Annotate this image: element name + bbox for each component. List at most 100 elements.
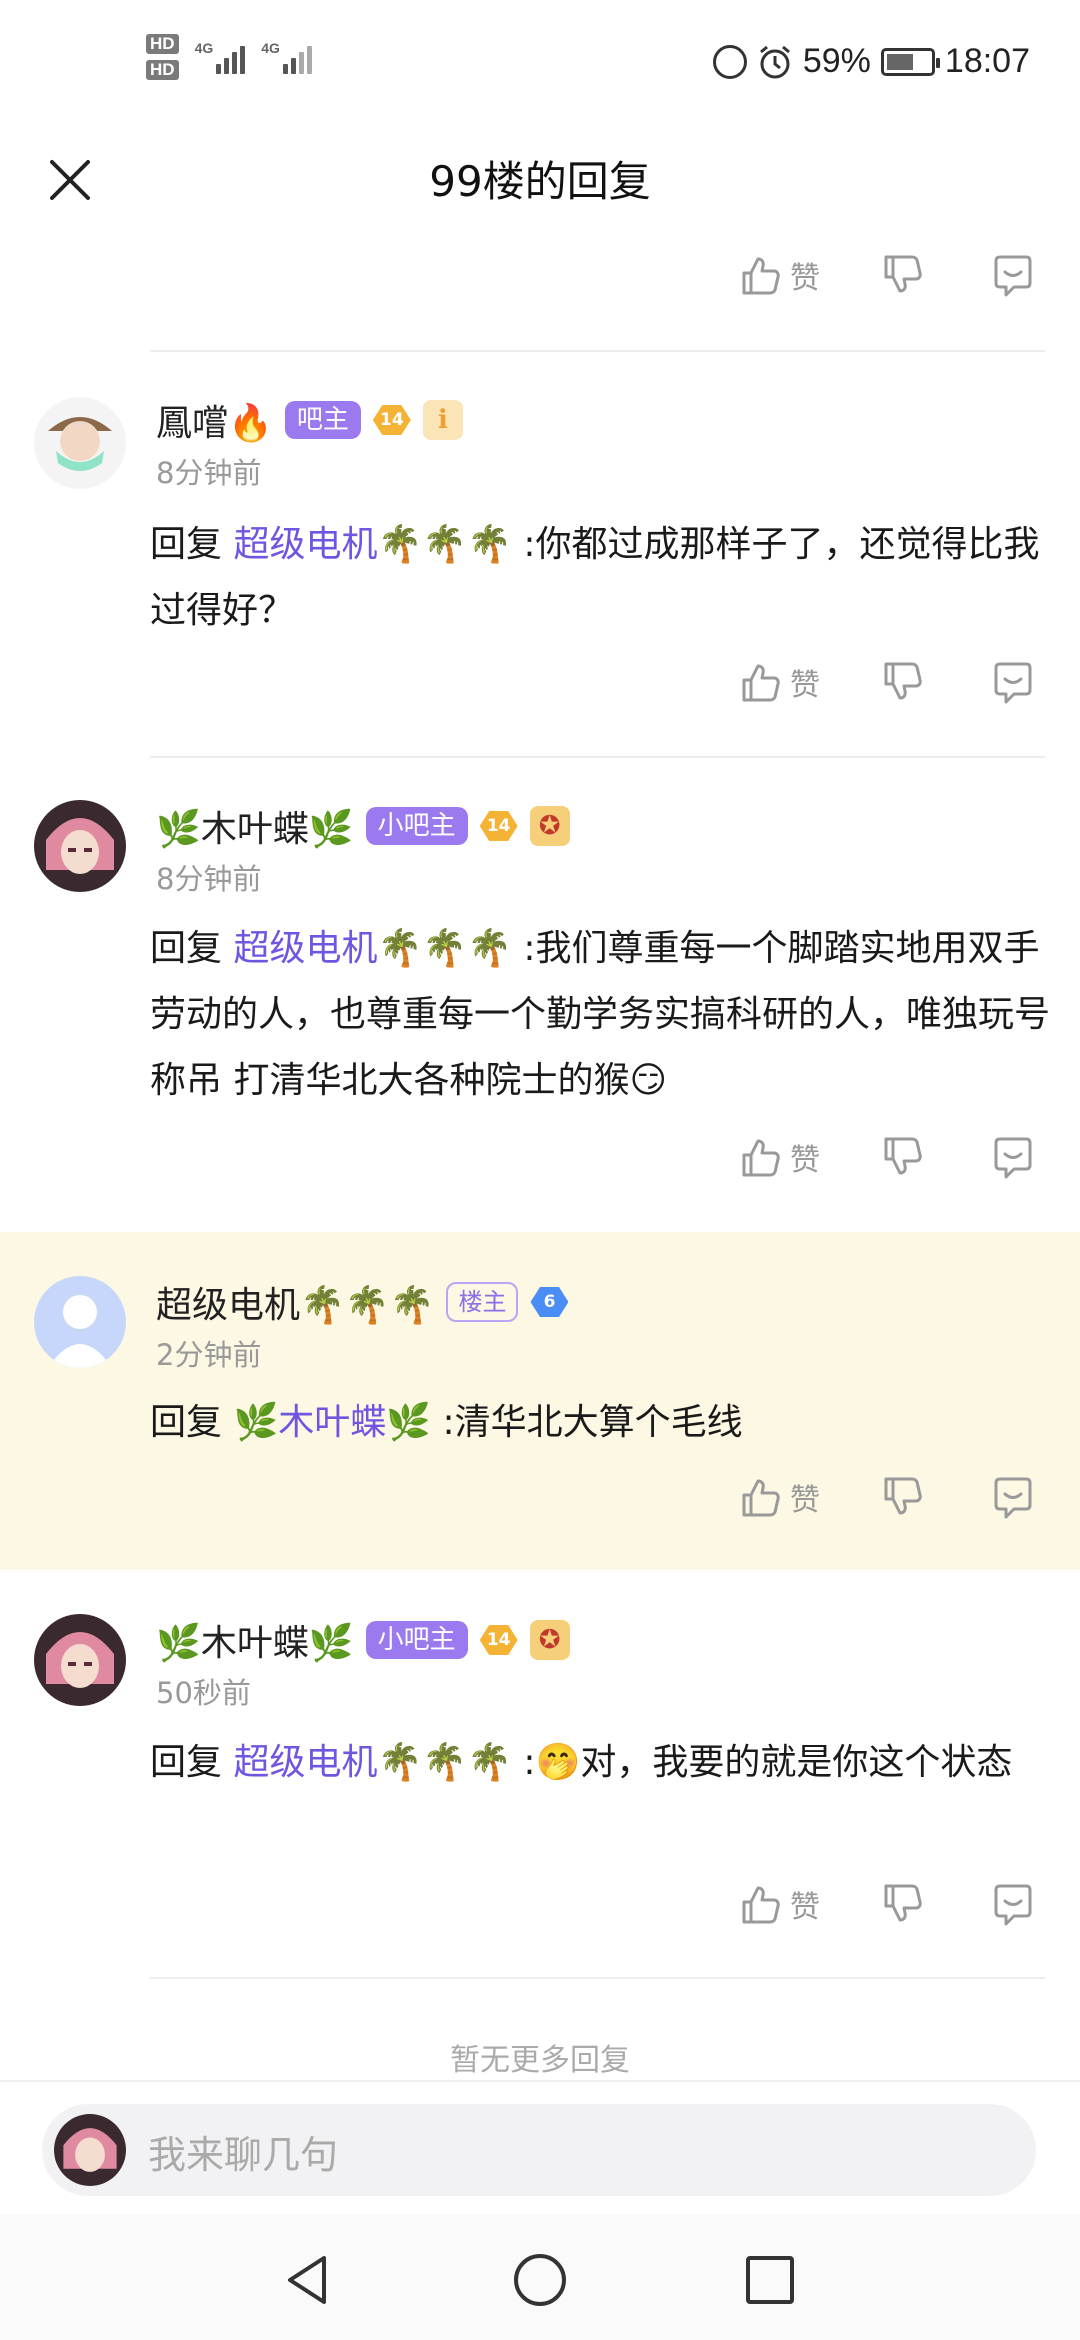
like-label: 赞 [790, 1143, 820, 1178]
nav-recents-button[interactable] [730, 2240, 810, 2320]
comment-actions: 赞 [0, 1125, 1080, 1205]
reply-target-link[interactable]: 超级电机🌴🌴🌴 [233, 1742, 511, 1783]
like-label: 赞 [790, 668, 820, 703]
thumbs-down-icon [884, 255, 922, 293]
dislike-button[interactable] [880, 1135, 924, 1179]
username[interactable]: 鳳嚐🔥 [156, 394, 273, 446]
thumbs-down-icon [884, 1137, 922, 1175]
level-badge: 14 [372, 405, 411, 435]
comment-bubble-icon [994, 662, 1032, 704]
medal-icon: ✪ [529, 806, 570, 846]
name-row: 🌿木叶蝶🌿 小吧主 14 ✪ [156, 800, 570, 852]
like-button[interactable]: 赞 [738, 1135, 820, 1179]
thumbs-up-icon [742, 1139, 780, 1177]
comment-bubble-icon [994, 1137, 1032, 1179]
status-bar: HD HD 4G 4G 59% 18:07 [0, 0, 1080, 130]
comment-bubble-icon [994, 1884, 1032, 1926]
like-button[interactable]: 赞 [738, 253, 820, 297]
signal-icon-2: 4G [261, 40, 312, 74]
like-button[interactable]: 赞 [738, 660, 820, 704]
avatar[interactable] [34, 1276, 126, 1368]
comment-text[interactable]: 回复 超级电机🌴🌴🌴 :你都过成那样子了，还觉得比我过得好？ [150, 512, 1050, 644]
op-badge: 楼主 [446, 1282, 519, 1322]
comment-actions: 赞 [0, 1465, 1080, 1545]
status-right: 59% 18:07 [712, 42, 1030, 81]
medal-icon: ℹ [422, 400, 463, 440]
name-row: 鳳嚐🔥 吧主 14 ℹ [156, 394, 463, 446]
reply-target-link[interactable]: 超级电机🌴🌴🌴 [233, 928, 511, 969]
medal-icon: ✪ [529, 1620, 570, 1660]
recents-square-icon [746, 2256, 794, 2304]
reply-button[interactable] [990, 1135, 1036, 1181]
level-badge: 14 [479, 811, 518, 841]
reply-input-bar: 我来聊几句 [0, 2080, 1080, 2215]
home-circle-icon [514, 2254, 566, 2306]
reply-button[interactable] [990, 1882, 1036, 1928]
comment-text[interactable]: 回复 超级电机🌴🌴🌴 :🤭对，我要的就是你这个状态 [150, 1730, 1050, 1796]
thumbs-down-icon [884, 1884, 922, 1922]
thumbs-up-icon [742, 1886, 780, 1924]
battery-icon [880, 47, 940, 76]
comment-actions: 赞 [0, 1872, 1080, 1952]
thumbs-down-icon [884, 662, 922, 700]
reply-button[interactable] [990, 253, 1036, 299]
like-label: 赞 [790, 261, 820, 296]
avatar[interactable] [34, 800, 126, 892]
reply-target-link[interactable]: 超级电机🌴🌴🌴 [233, 524, 511, 565]
data-saver-icon [712, 44, 747, 79]
dislike-button[interactable] [880, 253, 924, 297]
reply-input[interactable]: 我来聊几句 [42, 2104, 1036, 2196]
battery-percent: 59% [802, 42, 871, 80]
role-badge: 小吧主 [365, 1621, 468, 1659]
thumbs-up-icon [742, 257, 780, 295]
reply-button[interactable] [990, 1475, 1036, 1521]
dislike-button[interactable] [880, 1475, 924, 1519]
alarm-icon [759, 45, 790, 78]
reply-prefix: 回复 [150, 524, 234, 565]
comment-time: 50秒前 [156, 1676, 251, 1710]
username[interactable]: 🌿木叶蝶🌿 [156, 800, 354, 852]
dislike-button[interactable] [880, 660, 924, 704]
comment-content: :🤭对，我要的就是你这个状态 [511, 1742, 1013, 1783]
dislike-button[interactable] [880, 1882, 924, 1926]
like-label: 赞 [790, 1483, 820, 1518]
comment-content: :清华北大算个毛线 [431, 1402, 743, 1443]
comment-bubble-icon [994, 1477, 1032, 1519]
clock: 18:07 [944, 42, 1030, 80]
avatar[interactable] [34, 397, 126, 489]
reply-prefix: 回复 [150, 1402, 234, 1443]
comment-time: 8分钟前 [156, 456, 262, 490]
username[interactable]: 🌿木叶蝶🌿 [156, 1614, 354, 1666]
comment-actions: 赞 [0, 650, 1080, 730]
my-avatar [54, 2114, 126, 2186]
comment-time: 8分钟前 [156, 862, 262, 896]
page-title: 99楼的回复 [429, 157, 651, 206]
reply-button[interactable] [990, 660, 1036, 706]
reply-target-link[interactable]: 🌿木叶蝶🌿 [233, 1402, 431, 1443]
role-badge: 吧主 [284, 401, 361, 439]
thumbs-down-icon [884, 1477, 922, 1515]
reply-input-placeholder: 我来聊几句 [148, 2133, 339, 2177]
like-button[interactable]: 赞 [738, 1475, 820, 1519]
nav-back-button[interactable] [268, 2240, 348, 2320]
signal-icon-1: 4G [195, 40, 246, 74]
reply-prefix: 回复 [150, 928, 234, 969]
level-badge: 14 [479, 1625, 518, 1655]
thumbs-up-icon [742, 1479, 780, 1517]
username[interactable]: 超级电机🌴🌴🌴 [156, 1276, 434, 1328]
comment-time: 2分钟前 [156, 1338, 262, 1372]
signal-area: HD HD 4G 4G [146, 34, 312, 80]
like-button[interactable]: 赞 [738, 1882, 820, 1926]
level-badge: 6 [530, 1287, 569, 1317]
name-row: 🌿木叶蝶🌿 小吧主 14 ✪ [156, 1614, 570, 1666]
avatar[interactable] [34, 1614, 126, 1706]
reply-prefix: 回复 [150, 1742, 234, 1783]
hd-sim1-icon: HD [146, 34, 179, 54]
system-nav-bar [0, 2215, 1080, 2340]
comment-text[interactable]: 回复 超级电机🌴🌴🌴 :我们尊重每一个脚踏实地用双手劳动的人，也尊重每一个勤学务… [150, 916, 1050, 1114]
comment-text[interactable]: 回复 🌿木叶蝶🌿 :清华北大算个毛线 [150, 1390, 1050, 1456]
like-label: 赞 [790, 1890, 820, 1925]
nav-home-button[interactable] [500, 2240, 580, 2320]
name-row: 超级电机🌴🌴🌴 楼主 6 [156, 1276, 569, 1328]
comment-bubble-icon [994, 255, 1032, 297]
